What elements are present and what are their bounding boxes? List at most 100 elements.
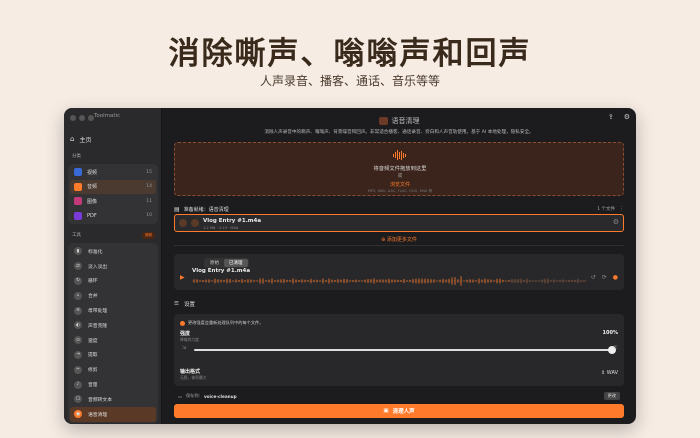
tool-label: 淡入淡出 — [88, 264, 108, 270]
home-label: 主页 — [79, 136, 92, 144]
sidebar-item-category[interactable]: 音频 14 — [70, 179, 156, 194]
clean-voice-button[interactable]: ▣ 清理人声 — [174, 404, 624, 418]
sidebar-item-tool[interactable]: ☐ 音频转文本 — [70, 392, 156, 407]
play-icon[interactable]: ▶ — [180, 274, 185, 281]
settings-icon: ☰ — [174, 301, 179, 307]
strength-value: 100% — [602, 330, 618, 336]
feature-description: 消除人声录音中的嘶声、嗡嗡声、背景噪音和回声。非常适合播客、通话录音、旁白和人声… — [264, 130, 534, 135]
sidebar-item-tool[interactable]: ≋ 母带处理 — [70, 303, 156, 318]
sidebar-item-tool[interactable]: ▮ 标准化 — [70, 244, 156, 259]
warning-icon — [180, 320, 185, 326]
sidebar-item-tool[interactable]: ✂ 修剪 — [70, 362, 156, 377]
tool-label: 声音克隆 — [88, 323, 108, 329]
browse-files-link[interactable]: 浏览文件 — [175, 181, 625, 188]
tool-label: 修剪 — [88, 368, 98, 374]
tool-list: ▮ 标准化 ⇄ 淡入淡出 ↻ 循环 ⇣ 合并 ≋ 母带处理 ◐ 声音克隆 ⊙ 速度 ⇥ 提取 ✂ 修剪 ♪ 音量 ☐ 音频… — [68, 243, 158, 423]
clone-icon: ◐ — [74, 321, 82, 330]
minimize-window-button[interactable] — [79, 115, 85, 121]
fade-icon: ⇄ — [74, 262, 82, 271]
hero-title: 消除嘶声、嗡嗡声和回声 — [168, 36, 532, 72]
category-count: 11 — [146, 198, 152, 204]
output-format-select[interactable]: ⇕ WAV — [601, 370, 618, 376]
sidebar-item-tool[interactable]: ⇣ 合并 — [70, 288, 156, 303]
voice-clean-icon: ▣ — [74, 410, 82, 419]
refresh-icon[interactable]: ⟳ — [602, 274, 607, 281]
category-count: 15 — [146, 169, 152, 175]
preview-tabs: 原始 已清理 — [204, 258, 249, 268]
strength-sublabel: 降噪的力度 — [180, 337, 199, 342]
change-folder-button[interactable]: 更改 — [603, 392, 620, 400]
sidebar-item-tool[interactable]: ⊙ 速度 — [70, 333, 156, 348]
queue-menu-icon[interactable]: ⋮ — [619, 206, 624, 212]
categories-label: 分类 — [72, 154, 81, 159]
volume-icon: ♪ — [74, 380, 82, 389]
window-controls — [70, 115, 94, 121]
settings-card: 更改强度会重新处理队列中的每个文件。 强度 降噪的力度 100% ⇲ ⇱ 输出格… — [174, 314, 624, 386]
strength-min-icon: ⇲ — [182, 345, 187, 351]
strength-slider[interactable] — [194, 349, 612, 351]
output-format-value: WAV — [606, 370, 618, 376]
preview-waveform[interactable] — [192, 276, 587, 286]
tool-label: 标准化 — [88, 249, 103, 255]
remove-file-icon[interactable] — [179, 219, 187, 227]
sidebar-item-tool[interactable]: ⇥ 提取 — [70, 348, 156, 363]
output-folder-path: voice-cleanup — [203, 393, 237, 399]
sidebar-item-tool[interactable]: ⇄ 淡入淡出 — [70, 259, 156, 274]
loop-icon: ↻ — [74, 276, 82, 285]
drop-zone[interactable]: 将音频文件拖放到这里 或 浏览文件 MP3, WAV, AAC, FLAC, O… — [174, 142, 624, 196]
category-list: 视频 15 音频 14 图像 11 PDF 10 — [68, 164, 158, 224]
settings-warning: 更改强度会重新处理队列中的每个文件。 — [180, 320, 263, 326]
output-folder-row: ▭ 保存到: voice-cleanup 更改 — [174, 391, 624, 401]
queue-icon: ▤ — [174, 205, 180, 213]
queue-header: ▤ 准备就绪：语音清理 1 个文件 ⋮ — [174, 205, 624, 213]
file-settings-icon[interactable]: ⚙ — [613, 218, 619, 226]
tool-label: 音量 — [88, 383, 98, 389]
add-more-files-button[interactable]: ⊕ 添加更多文件 — [174, 236, 624, 246]
sidebar-item-category[interactable]: 图像 11 — [70, 194, 156, 209]
sidebar-item-home[interactable]: ⌂ 主页 — [70, 133, 156, 145]
rewind-icon[interactable]: ↺ — [591, 274, 596, 281]
settings-title: 设置 — [183, 302, 195, 308]
category-label: 视频 — [87, 169, 98, 176]
mastering-icon: ≋ — [74, 306, 82, 315]
waveform-icon — [393, 150, 406, 160]
normalize-icon: ▮ — [74, 247, 82, 256]
folder-icon: ▭ — [178, 393, 182, 399]
tool-label: 合并 — [88, 294, 98, 300]
video-icon — [74, 168, 82, 177]
tool-label: 提取 — [88, 353, 98, 359]
sidebar-item-category[interactable]: 视频 15 — [70, 165, 156, 180]
tools-category-badge: 音频 — [141, 232, 155, 239]
close-window-button[interactable] — [70, 115, 76, 121]
sidebar-item-tool[interactable]: ◐ 声音克隆 — [70, 318, 156, 333]
tool-label: 母带处理 — [88, 309, 108, 315]
sidebar-item-tool[interactable]: ↻ 循环 — [70, 274, 156, 289]
supported-formats: MP3, WAV, AAC, FLAC, OGG, M4A 等 — [367, 189, 433, 193]
confirm-icon[interactable]: ● — [613, 274, 618, 281]
app-window: Toolmatic ⌂ 主页 分类 视频 15 音频 14 图像 11 PDF 10 工具 音… — [64, 108, 636, 424]
tab-cleaned[interactable]: 已清理 — [224, 259, 248, 267]
file-row[interactable]: Vlog Entry #1.m4a 1.2 MB · 1:19 · M4A ⚙ — [174, 214, 624, 232]
extract-icon: ⇥ — [74, 350, 82, 359]
main-panel: ⇪ ⚙ 语音清理 消除人声录音中的嘶声、嗡嗡声、背景噪音和回声。非常适合播客、通… — [162, 108, 636, 424]
tool-label: 速度 — [88, 338, 98, 344]
tab-original[interactable]: 原始 — [205, 259, 224, 267]
category-count: 14 — [146, 184, 152, 190]
drop-zone-or: 或 — [397, 174, 403, 179]
strength-max-icon: ⇱ — [613, 345, 618, 351]
voice-clean-feature-icon — [378, 117, 388, 125]
file-audio-icon — [191, 219, 199, 227]
feature-title: 语音清理 — [391, 117, 420, 125]
tools-label: 工具 — [72, 233, 81, 238]
sidebar-item-tool[interactable]: ▣ 语音清理 — [70, 406, 156, 422]
sidebar-item-category[interactable]: PDF 10 — [70, 209, 156, 224]
settings-warning-text: 更改强度会重新处理队列中的每个文件。 — [188, 320, 264, 325]
category-label: 图像 — [87, 198, 98, 205]
output-format-label: 输出格式 — [180, 369, 201, 375]
queue-title: 准备就绪：语音清理 — [183, 206, 229, 213]
sidebar-item-tool[interactable]: ♪ 音量 — [70, 377, 156, 392]
output-format-sublabel: 无损，体积最大 — [180, 375, 207, 380]
image-icon — [74, 197, 82, 206]
queue-count: 1 个文件 — [597, 207, 615, 212]
pdf-icon — [74, 211, 82, 220]
